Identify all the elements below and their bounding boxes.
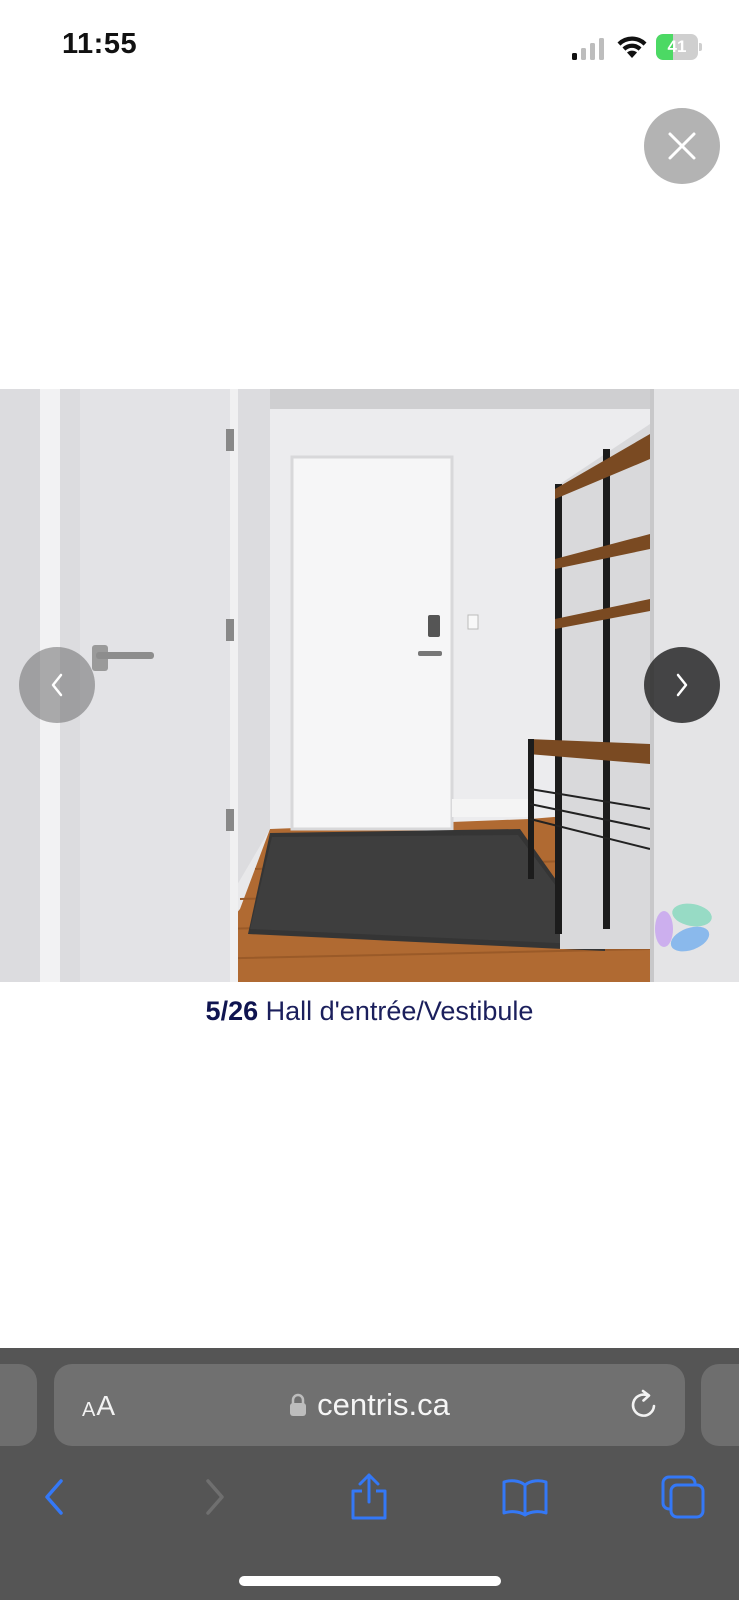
chevron-right-icon <box>676 673 688 697</box>
battery-body: 41 <box>656 34 698 60</box>
back-button[interactable] <box>27 1469 83 1525</box>
status-bar: 11:55 41 <box>0 0 739 90</box>
photo-caption: 5/26 Hall d'entrée/Vestibule <box>0 996 739 1027</box>
url-display[interactable]: centris.ca <box>54 1364 685 1446</box>
battery-cap <box>699 43 702 51</box>
browser-toolbar: A A centris.ca <box>0 1348 739 1600</box>
address-bar[interactable]: A A centris.ca <box>54 1364 685 1446</box>
photo-entrance-hall <box>0 389 739 982</box>
close-button[interactable] <box>644 108 720 184</box>
back-icon <box>45 1479 63 1515</box>
bookmarks-button[interactable] <box>497 1469 553 1525</box>
share-icon <box>351 1473 387 1520</box>
forward-icon <box>206 1479 224 1515</box>
battery-percent: 41 <box>667 37 687 56</box>
next-photo-button[interactable] <box>644 647 720 723</box>
book-icon <box>502 1479 548 1517</box>
wifi-icon <box>617 36 647 58</box>
previous-photo-button[interactable] <box>19 647 95 723</box>
status-time: 11:55 <box>62 28 138 60</box>
tabs-icon <box>661 1475 705 1519</box>
close-icon <box>668 132 696 160</box>
listing-photo[interactable] <box>0 389 739 982</box>
lock-icon <box>290 1393 307 1416</box>
reload-icon[interactable] <box>626 1387 662 1423</box>
photo-counter: 5/26 <box>205 996 259 1026</box>
chevron-left-icon <box>51 673 63 697</box>
share-button[interactable] <box>341 1469 397 1525</box>
watermark-logo <box>655 903 712 952</box>
forward-button[interactable] <box>186 1469 242 1525</box>
url-text: centris.ca <box>317 1387 450 1422</box>
signal-icon <box>572 38 604 60</box>
next-tab-preview[interactable] <box>701 1364 739 1446</box>
previous-tab-preview[interactable] <box>0 1364 37 1446</box>
tabs-button[interactable] <box>655 1469 711 1525</box>
battery-indicator: 41 <box>656 34 702 60</box>
home-indicator <box>239 1576 501 1586</box>
photo-room-label: Hall d'entrée/Vestibule <box>265 996 534 1026</box>
